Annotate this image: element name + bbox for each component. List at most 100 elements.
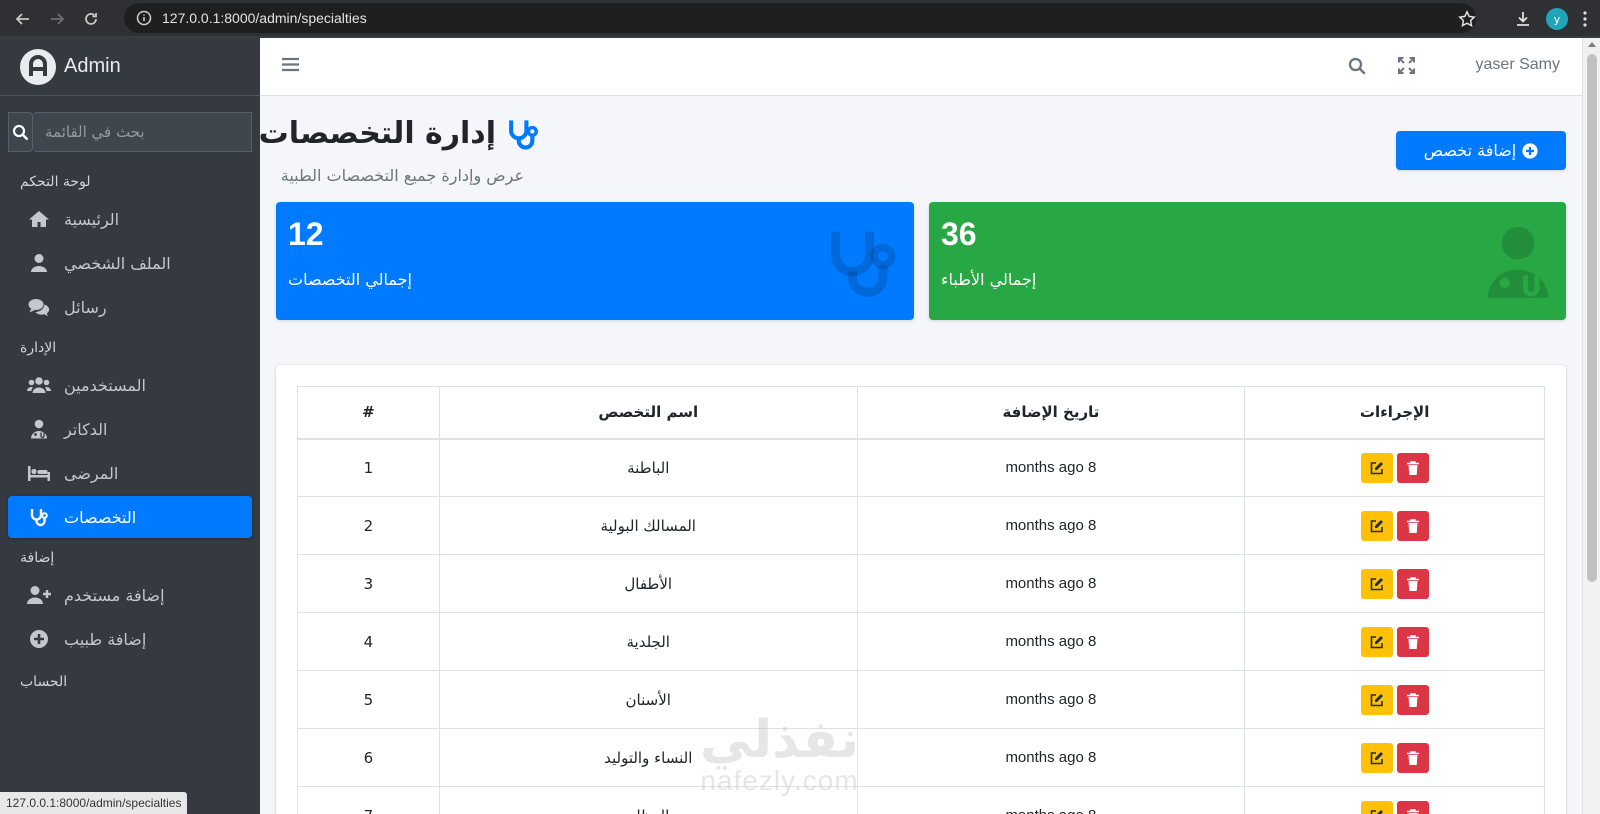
edit-icon: [1370, 751, 1383, 764]
row-index: 4: [297, 612, 440, 671]
edit-icon: [1370, 693, 1383, 706]
fullscreen-button[interactable]: [1398, 57, 1415, 74]
stethoscope-icon: [30, 509, 48, 527]
page-subtitle: عرض وإدارة جميع التخصصات الطبية: [280, 166, 524, 185]
row-index: 5: [297, 670, 440, 729]
back-button[interactable]: [6, 4, 40, 34]
header-date: تاريخ الإضافة: [856, 386, 1246, 440]
edit-button[interactable]: [1360, 510, 1393, 541]
sidebar-item-patients[interactable]: المرضى: [8, 452, 252, 494]
brand-link[interactable]: Admin: [0, 38, 260, 96]
sidebar-item-label: رسائل: [64, 297, 107, 317]
add-specialty-label: إضافة تخصص: [1423, 141, 1517, 160]
sidebar-item-label: إضافة طبيب: [64, 629, 147, 649]
page-scrollbar[interactable]: [1582, 38, 1600, 814]
delete-button[interactable]: [1396, 800, 1429, 814]
forward-button[interactable]: [40, 4, 74, 34]
browser-toolbar: 127.0.0.1:8000/admin/specialties y: [0, 0, 1600, 38]
info-icon: [136, 10, 152, 26]
sidebar-item-doctors[interactable]: الدكاتر: [8, 408, 252, 450]
watermark: نفذلي nafezly.com: [700, 714, 859, 796]
delete-button[interactable]: [1396, 568, 1429, 599]
edit-icon: [1370, 519, 1383, 532]
delete-button[interactable]: [1396, 742, 1429, 773]
nav-header-add: إضافة: [20, 550, 55, 566]
download-icon[interactable]: [1514, 10, 1532, 28]
specialties-table: الإجراءات تاريخ الإضافة اسم التخصص # 8 m…: [297, 386, 1545, 814]
nav-header-dashboard: لوحة التحكم: [20, 174, 91, 190]
sidebar-item-home[interactable]: الرئيسية: [8, 198, 252, 240]
row-date: 8 months ago: [856, 612, 1246, 671]
add-specialty-button[interactable]: إضافة تخصص: [1396, 131, 1566, 170]
user-doctor-icon: [1484, 224, 1552, 300]
link-status-bar: 127.0.0.1:8000/admin/specialties: [0, 792, 188, 814]
sidebar: Admin لوحة التحكم الرئيسية الملف الشخصي …: [0, 38, 260, 814]
brand-logo-icon: [20, 48, 56, 85]
reload-icon: [85, 13, 97, 25]
sidebar-item-profile[interactable]: الملف الشخصي: [8, 242, 252, 284]
trash-icon: [1406, 576, 1419, 591]
row-actions: [1244, 670, 1545, 729]
star-icon[interactable]: [1458, 10, 1476, 28]
watermark-arabic: نفذلي: [700, 710, 860, 770]
sidebar-search-input[interactable]: [33, 112, 252, 152]
nav-header-management: الإدارة: [20, 340, 57, 356]
sidebar-toggle-button[interactable]: [282, 57, 299, 72]
delete-button[interactable]: [1396, 452, 1429, 483]
stat-value: 12: [288, 216, 324, 252]
stethoscope-icon: [506, 117, 540, 151]
delete-button[interactable]: [1396, 626, 1429, 657]
kebab-menu-icon[interactable]: [1582, 10, 1588, 28]
sidebar-item-users[interactable]: المستخدمين: [8, 364, 252, 406]
expand-arrows-icon: [1398, 57, 1415, 74]
edit-button[interactable]: [1360, 452, 1393, 483]
edit-button[interactable]: [1360, 800, 1393, 814]
sidebar-search-button[interactable]: [8, 112, 33, 152]
sidebar-item-add-user[interactable]: إضافة مستخدم: [8, 574, 252, 616]
scrollbar-thumb[interactable]: [1587, 54, 1597, 582]
table-row: 8 months agoالعظام7: [297, 786, 1545, 814]
page-title: إدارة التخصصات: [259, 116, 540, 151]
sidebar-item-messages[interactable]: رسائل: [8, 286, 252, 328]
watermark-latin: nafezly.com: [700, 765, 859, 796]
reload-button[interactable]: [74, 4, 108, 34]
header-name: اسم التخصص: [438, 386, 858, 440]
users-icon: [27, 377, 51, 393]
row-actions: [1244, 728, 1545, 787]
user-menu[interactable]: yaser Samy: [1476, 56, 1560, 74]
edit-icon: [1370, 577, 1383, 590]
profile-avatar[interactable]: y: [1546, 8, 1568, 30]
edit-button[interactable]: [1360, 626, 1393, 657]
row-actions: [1244, 496, 1545, 555]
table-row: 8 months ago الجلدية 4: [297, 612, 1545, 671]
edit-icon: [1370, 461, 1383, 475]
brand-text: Admin: [64, 55, 121, 77]
address-url: 127.0.0.1:8000/admin/specialties: [162, 10, 367, 26]
stat-label: إجمالي الأطباء: [941, 270, 1037, 289]
sidebar-item-label: التخصصات: [64, 507, 137, 527]
scroll-up-arrow-icon[interactable]: [1588, 42, 1596, 47]
edit-button[interactable]: [1360, 742, 1393, 773]
row-actions: [1244, 438, 1545, 497]
sidebar-item-label: الملف الشخصي: [64, 253, 171, 273]
row-date: 8 months ago: [856, 554, 1246, 613]
trash-icon: [1406, 692, 1419, 707]
delete-button[interactable]: [1396, 510, 1429, 541]
edit-button[interactable]: [1360, 568, 1393, 599]
edit-icon: [1370, 809, 1383, 814]
specialties-card: الإجراءات تاريخ الإضافة اسم التخصص # 8 m…: [276, 365, 1566, 814]
row-date: 8 months ago: [856, 670, 1246, 729]
search-icon: [1348, 57, 1366, 75]
table-row: 8 months ago الأسنان 5: [297, 670, 1545, 729]
trash-icon: [1406, 460, 1419, 475]
sidebar-item-specialties[interactable]: التخصصات: [8, 496, 252, 538]
row-date: 8 months ago: [856, 496, 1246, 555]
delete-button[interactable]: [1396, 684, 1429, 715]
search-icon: [12, 124, 29, 140]
row-name: الجلدية: [438, 612, 858, 671]
edit-button[interactable]: [1360, 684, 1393, 715]
address-bar[interactable]: 127.0.0.1:8000/admin/specialties: [124, 3, 1476, 33]
sidebar-item-add-doctor[interactable]: إضافة طبيب: [8, 618, 252, 660]
row-actions: [1244, 554, 1545, 613]
navbar-search-button[interactable]: [1348, 57, 1366, 75]
